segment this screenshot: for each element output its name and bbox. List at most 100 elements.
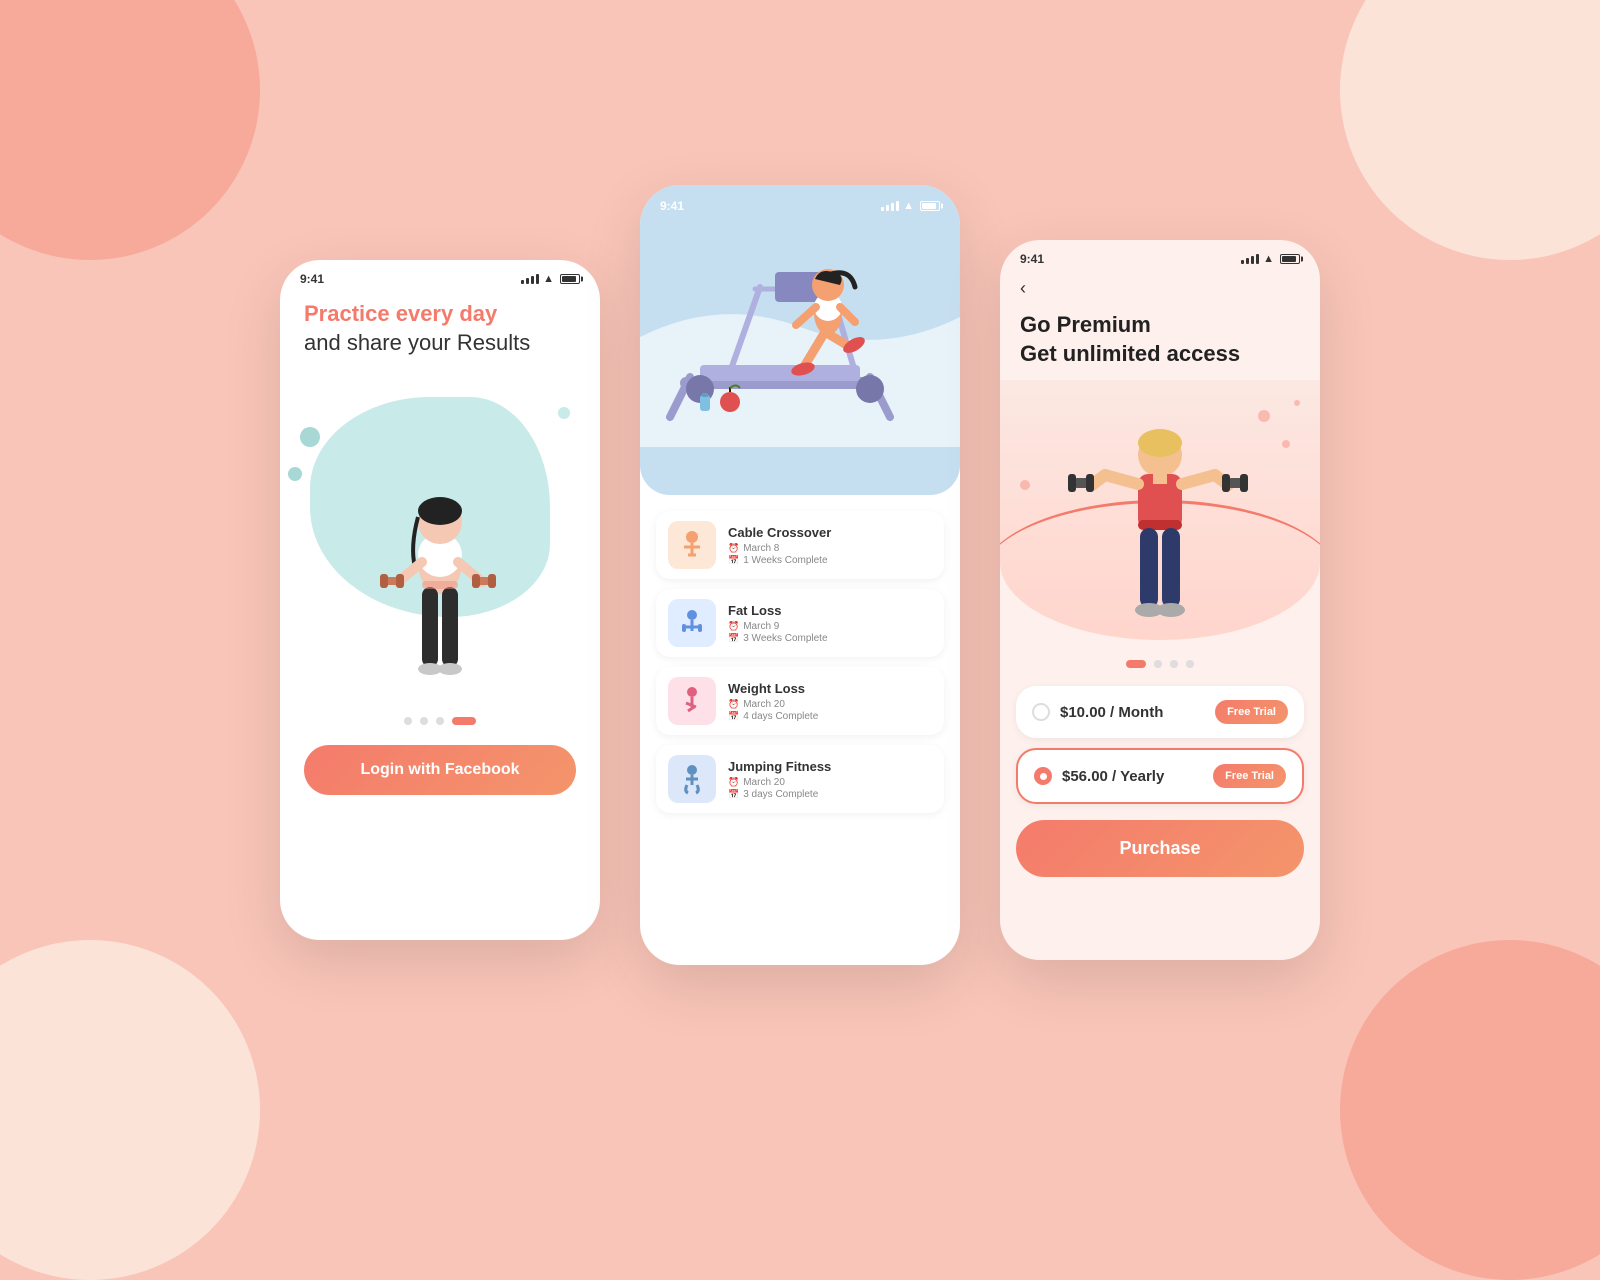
workout-name: Cable Crossover [728,525,932,540]
dots-indicator-1 [280,707,600,735]
workout-progress-row: 📅 3 days Complete [728,789,932,800]
workout-icon-jump [668,755,716,803]
status-icons-2: ▲ [881,200,940,212]
facebook-login-button[interactable]: Login with Facebook [304,745,576,795]
workout-progress-row: 📅 1 Weeks Complete [728,555,932,566]
dot-premium-4 [1186,660,1194,668]
workout-date-row: ⏰ March 20 [728,777,932,788]
purchase-button[interactable]: Purchase [1016,820,1304,877]
premium-illustration [1000,380,1320,640]
bg-shape-bottom-right [1340,940,1600,1280]
treadmill-svg [640,217,960,447]
workout-icon-cable [668,521,716,569]
signal-icon-1 [521,274,539,284]
list-item[interactable]: Fat Loss ⏰ March 9 📅 3 Weeks Complete [656,589,944,657]
status-icons-1: ▲ [521,273,580,285]
pricing-card-yearly[interactable]: $56.00 / Yearly Free Trial [1016,748,1304,804]
clock-icon: ⏰ [728,777,739,788]
workout-meta: ⏰ March 9 📅 3 Weeks Complete [728,621,932,644]
deco-dot-2 [1282,440,1290,448]
dot-2 [420,717,428,725]
workout-icon-fat [668,599,716,647]
workout-progress: 1 Weeks Complete [743,555,827,566]
list-item[interactable]: Cable Crossover ⏰ March 8 📅 1 Weeks Comp… [656,511,944,579]
free-trial-badge-monthly[interactable]: Free Trial [1215,700,1288,724]
hero-section: Practice every day and share your Result… [280,290,600,357]
bg-shape-bottom-left [0,940,260,1280]
clock-icon: ⏰ [728,621,739,632]
premium-title: Go Premium Get unlimited access [1000,307,1320,380]
pricing-label-monthly: $10.00 / Month [1060,704,1163,721]
workout-date-row: ⏰ March 20 [728,699,932,710]
calendar-icon: 📅 [728,633,739,644]
workout-name: Fat Loss [728,603,932,618]
signal-icon-2 [881,201,899,211]
status-bar-1: 9:41 ▲ [280,260,600,290]
workout-list: Cable Crossover ⏰ March 8 📅 1 Weeks Comp… [640,495,960,833]
workout-date-row: ⏰ March 9 [728,621,932,632]
treadmill-illustration [640,217,960,457]
time-3: 9:41 [1020,252,1044,266]
battery-icon-1 [560,274,580,284]
tagline-accent: Practice every day [304,300,576,329]
blob-small-2 [288,467,302,481]
premium-heading-line1: Go Premium [1020,312,1151,337]
pricing-left-yearly: $56.00 / Yearly [1034,767,1164,785]
pricing-section: $10.00 / Month Free Trial $56.00 / Yearl… [1000,678,1320,812]
blob-small-3 [558,407,570,419]
calendar-icon: 📅 [728,789,739,800]
woman-dumbbell-illustration [360,407,520,707]
free-trial-badge-yearly[interactable]: Free Trial [1213,764,1286,788]
dot-3 [436,717,444,725]
illustration-area [280,367,600,707]
hero-treadmill: 9:41 ▲ [640,185,960,495]
calendar-icon: 📅 [728,555,739,566]
status-icons-3: ▲ [1241,253,1300,265]
workout-info-cable: Cable Crossover ⏰ March 8 📅 1 Weeks Comp… [728,525,932,566]
time-2: 9:41 [660,199,684,213]
dot-premium-3 [1170,660,1178,668]
workout-progress-row: 📅 4 days Complete [728,711,932,722]
premium-heading: Go Premium Get unlimited access [1020,311,1300,368]
status-bar-3: 9:41 ▲ [1000,240,1320,270]
workout-meta: ⏰ March 8 📅 1 Weeks Complete [728,543,932,566]
phone-onboarding: 9:41 ▲ Practice every day and share your… [280,260,600,940]
blob-small-1 [300,427,320,447]
signal-icon-3 [1241,254,1259,264]
bg-shape-top-left [0,0,260,260]
workout-date: March 9 [743,621,779,632]
workout-date: March 8 [743,543,779,554]
battery-icon-2 [920,201,940,211]
dot-4-active [452,717,476,725]
list-item[interactable]: Weight Loss ⏰ March 20 📅 4 days Complete [656,667,944,735]
workout-date-row: ⏰ March 8 [728,543,932,554]
tagline-normal: and share your Results [304,329,576,358]
wifi-icon-1: ▲ [543,273,554,285]
dot-premium-1 [1126,660,1146,668]
clock-icon: ⏰ [728,543,739,554]
wifi-icon-2: ▲ [903,200,914,212]
workout-meta: ⏰ March 20 📅 4 days Complete [728,699,932,722]
radio-monthly [1032,703,1050,721]
pricing-left-monthly: $10.00 / Month [1032,703,1163,721]
workout-progress: 3 Weeks Complete [743,633,827,644]
workout-meta: ⏰ March 20 📅 3 days Complete [728,777,932,800]
workout-icon-weight [668,677,716,725]
back-button[interactable]: ‹ [1000,270,1320,307]
list-item[interactable]: Jumping Fitness ⏰ March 20 📅 3 days Comp… [656,745,944,813]
workout-progress-row: 📅 3 Weeks Complete [728,633,932,644]
workout-name: Weight Loss [728,681,932,696]
workout-progress: 4 days Complete [743,711,818,722]
pricing-label-yearly: $56.00 / Yearly [1062,768,1164,785]
calendar-icon: 📅 [728,711,739,722]
phone-workout-list: 9:41 ▲ [640,185,960,965]
time-1: 9:41 [300,272,324,286]
deco-dot-4 [1020,480,1030,490]
radio-yearly [1034,767,1052,785]
deco-dot-3 [1294,400,1300,406]
dot-premium-2 [1154,660,1162,668]
pricing-card-monthly[interactable]: $10.00 / Month Free Trial [1016,686,1304,738]
workout-info-fat: Fat Loss ⏰ March 9 📅 3 Weeks Complete [728,603,932,644]
workout-progress: 3 days Complete [743,789,818,800]
dot-1 [404,717,412,725]
